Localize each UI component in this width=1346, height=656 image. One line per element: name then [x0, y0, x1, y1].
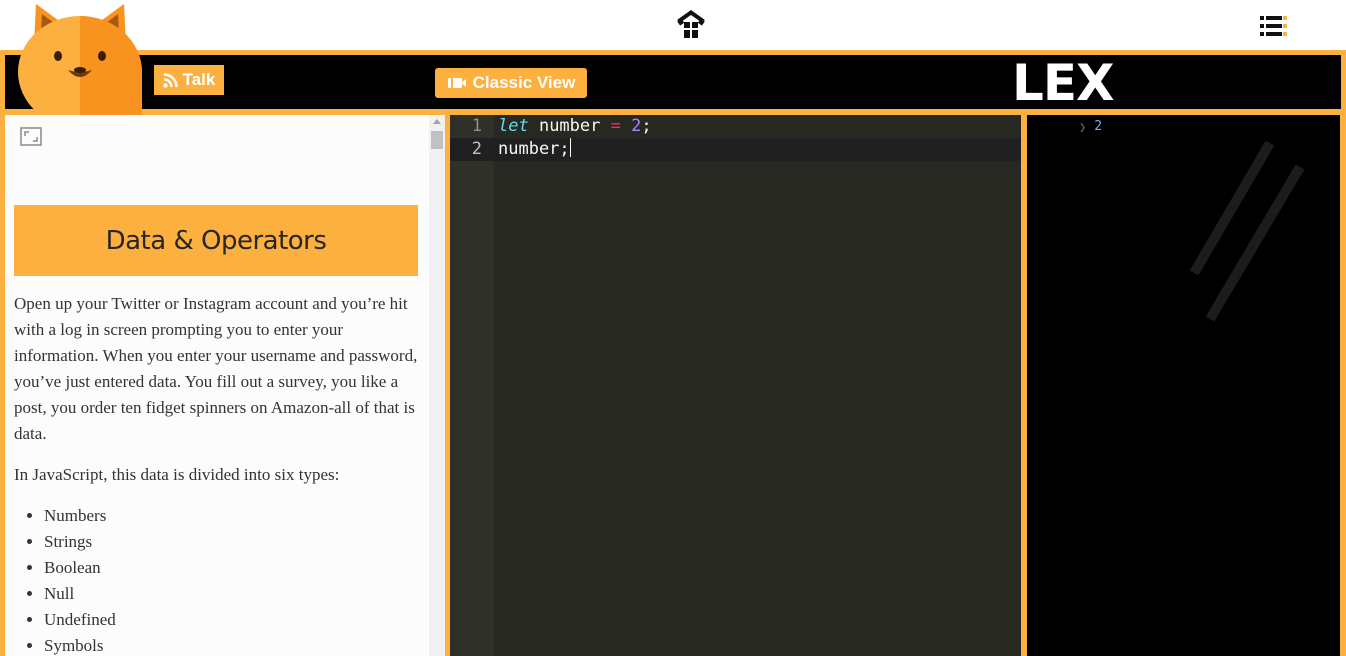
expand-icon[interactable]	[20, 127, 42, 146]
classic-view-button[interactable]: Classic View	[435, 68, 587, 98]
lesson-body: Open up your Twitter or Instagram accoun…	[14, 291, 419, 656]
code-editor[interactable]: 1 let number = 2; 2 number;	[450, 115, 1021, 656]
text-cursor	[569, 138, 571, 157]
line-number: 2	[471, 139, 482, 159]
code-line-active[interactable]: 2 number;	[450, 138, 1021, 161]
code-text[interactable]: let number = 2;	[498, 115, 652, 138]
fox-mascot	[18, 4, 142, 115]
console-value: 2	[1094, 119, 1103, 134]
code-token: number;	[498, 139, 570, 159]
number-token: 2	[631, 116, 642, 136]
line-number: 1	[471, 116, 482, 136]
lesson-panel: Data & Operators Open up your Twitter or…	[5, 115, 445, 656]
rss-icon	[162, 72, 178, 88]
lesson-paragraph: In JavaScript, this data is divided into…	[14, 465, 340, 484]
list-item: Numbers	[44, 503, 419, 529]
lex-logo: LEX	[1012, 54, 1115, 112]
chevron-right-icon: ❯	[1079, 119, 1087, 134]
talk-button[interactable]: Talk	[154, 65, 224, 95]
operator-token: =	[610, 116, 621, 136]
list-item: Null	[44, 581, 419, 607]
scroll-thumb[interactable]	[431, 131, 443, 149]
top-bar	[0, 0, 1346, 50]
keyword-token: let	[498, 116, 529, 136]
list-item: Undefined	[44, 607, 419, 633]
line-gutter	[450, 115, 494, 656]
home-icon[interactable]	[672, 8, 710, 42]
lesson-scrollbar[interactable]	[429, 115, 445, 656]
video-icon	[447, 78, 466, 88]
code-text[interactable]: number;	[498, 138, 571, 161]
identifier-token: number	[528, 116, 611, 136]
data-types-list: Numbers Strings Boolean Null Undefined S…	[44, 503, 419, 656]
talk-label: Talk	[182, 70, 216, 89]
code-line[interactable]: 1 let number = 2;	[450, 115, 1021, 138]
list-item: Boolean	[44, 555, 419, 581]
menu-list-icon[interactable]	[1258, 14, 1288, 38]
console-output-panel: ❯ 2	[1027, 115, 1340, 656]
scroll-up-arrow-icon[interactable]	[433, 119, 441, 124]
slash-watermark-icon	[1189, 140, 1305, 322]
punctuation-token: ;	[641, 116, 652, 136]
list-item: Strings	[44, 529, 419, 555]
list-item: Symbols	[44, 633, 419, 656]
lesson-paragraph: Open up your Twitter or Instagram accoun…	[14, 294, 418, 443]
lesson-title: Data & Operators	[14, 205, 418, 276]
classic-view-label: Classic View	[472, 73, 576, 92]
console-output-line: ❯ 2	[1079, 119, 1102, 134]
